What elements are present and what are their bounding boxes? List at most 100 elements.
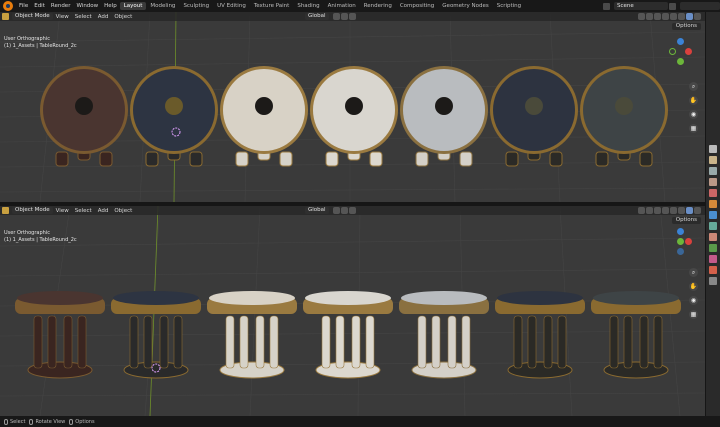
shading-solid-icon[interactable] [678,207,685,214]
tab-modeling[interactable]: Modeling [146,2,179,10]
tab-sculpting[interactable]: Sculpting [179,2,213,10]
menu-add[interactable]: Add [95,14,112,20]
table-top-dark-glass[interactable] [130,66,218,167]
view-layer-icon[interactable] [669,2,676,10]
shading-material-icon[interactable] [686,13,693,20]
gizmo-x-axis[interactable] [685,238,692,245]
table-top-dark-wood[interactable] [40,66,128,167]
menu-edit[interactable]: Edit [31,3,48,9]
menu-view[interactable]: View [53,14,72,20]
visibility-icon[interactable] [638,13,645,20]
physics-properties-icon[interactable] [709,222,717,230]
snap-icon[interactable] [340,13,348,20]
modifier-properties-icon[interactable] [709,211,717,219]
view-layer-properties-icon[interactable] [709,178,717,186]
mode-select[interactable]: Object Mode [12,207,53,214]
gizmo-x-axis[interactable] [685,48,692,55]
gizmo-z-axis[interactable] [677,38,684,45]
shading-material-icon[interactable] [686,207,693,214]
shading-solid-icon[interactable] [678,13,685,20]
menu-help[interactable]: Help [101,3,120,9]
pivot-icon[interactable] [332,207,340,214]
gizmo-icon[interactable] [646,13,653,20]
table-side-dark-glass[interactable] [111,291,201,379]
orientation-select[interactable]: Global [305,13,329,20]
proportional-icon[interactable] [348,13,356,20]
view-layer-selector[interactable] [680,2,720,10]
tab-rendering[interactable]: Rendering [360,2,396,10]
menu-object[interactable]: Object [111,14,135,20]
output-properties-icon[interactable] [709,167,717,175]
overlay-icon[interactable] [654,13,661,20]
table-top-grey-marble[interactable] [400,66,488,167]
camera-icon[interactable]: ◉ [689,110,698,119]
gizmo-z-axis[interactable] [677,228,684,235]
editor-type-icon[interactable] [2,207,9,214]
scene-properties-icon[interactable] [709,189,717,197]
overlay-icon[interactable] [654,207,661,214]
render-properties-icon[interactable] [709,156,717,164]
tab-layout[interactable]: Layout [119,2,147,10]
world-properties-icon[interactable] [709,277,717,285]
tab-scripting[interactable]: Scripting [493,2,525,10]
xray-icon[interactable] [662,13,669,20]
navigation-gizmo[interactable] [669,38,693,66]
blender-logo-icon[interactable] [3,1,13,11]
gizmo-y-axis[interactable] [677,58,684,65]
table-side-white-marble[interactable] [303,291,393,379]
editor-type-icon[interactable] [2,13,9,20]
gizmo-y-axis[interactable] [677,238,684,245]
pivot-icon[interactable] [332,13,340,20]
xray-icon[interactable] [662,207,669,214]
shading-rendered-icon[interactable] [694,13,701,20]
menu-view[interactable]: View [53,208,72,214]
tab-compositing[interactable]: Compositing [396,2,438,10]
table-side-marble-gold-veins[interactable] [207,291,297,379]
table-top-grey-stone[interactable] [580,66,668,167]
zoom-icon[interactable]: ⌕ [689,82,698,91]
constraint-properties-icon[interactable] [709,233,717,241]
shading-wire-icon[interactable] [670,207,677,214]
menu-select[interactable]: Select [72,14,95,20]
menu-select[interactable]: Select [72,208,95,214]
pan-hand-icon[interactable]: ✋ [689,282,698,291]
viewport-top[interactable]: Object Mode View Select Add Object Globa… [0,12,705,202]
texture-properties-icon[interactable] [709,266,717,274]
navigation-gizmo[interactable] [669,228,693,256]
visibility-icon[interactable] [638,207,645,214]
tab-shading[interactable]: Shading [293,2,323,10]
table-side-dark-wood[interactable] [15,291,105,379]
mode-select[interactable]: Object Mode [12,13,53,20]
table-side-grey-marble[interactable] [399,291,489,379]
options-button[interactable]: Options [671,217,701,224]
menu-render[interactable]: Render [48,3,74,9]
shading-rendered-icon[interactable] [694,207,701,214]
menu-object[interactable]: Object [111,208,135,214]
options-button[interactable]: Options [671,23,701,30]
table-side-dark-metal[interactable] [495,291,585,379]
grid-icon[interactable]: ▦ [689,124,698,133]
tab-uv-editing[interactable]: UV Editing [213,2,250,10]
gizmo-icon[interactable] [646,207,653,214]
object-properties-icon[interactable] [709,200,717,208]
gizmo-neg-z-axis[interactable] [677,248,684,255]
table-top-dark-metal[interactable] [490,66,578,167]
camera-icon[interactable]: ◉ [689,296,698,305]
tool-properties-icon[interactable] [709,145,717,153]
data-properties-icon[interactable] [709,244,717,252]
zoom-icon[interactable]: ⌕ [689,268,698,277]
menu-file[interactable]: File [16,3,31,9]
table-side-grey-stone[interactable] [591,291,681,379]
orientation-select[interactable]: Global [305,207,329,214]
snap-icon[interactable] [340,207,348,214]
table-top-marble-gold-veins[interactable] [220,66,308,167]
pan-hand-icon[interactable]: ✋ [689,96,698,105]
material-properties-icon[interactable] [709,255,717,263]
menu-add[interactable]: Add [95,208,112,214]
menu-window[interactable]: Window [73,3,101,9]
viewport-bottom[interactable]: Object Mode View Select Add Object Globa… [0,206,705,416]
tab-texture-paint[interactable]: Texture Paint [250,2,294,10]
shading-wire-icon[interactable] [670,13,677,20]
table-top-white-marble[interactable] [310,66,398,167]
scene-selector[interactable]: Scene [614,2,668,10]
